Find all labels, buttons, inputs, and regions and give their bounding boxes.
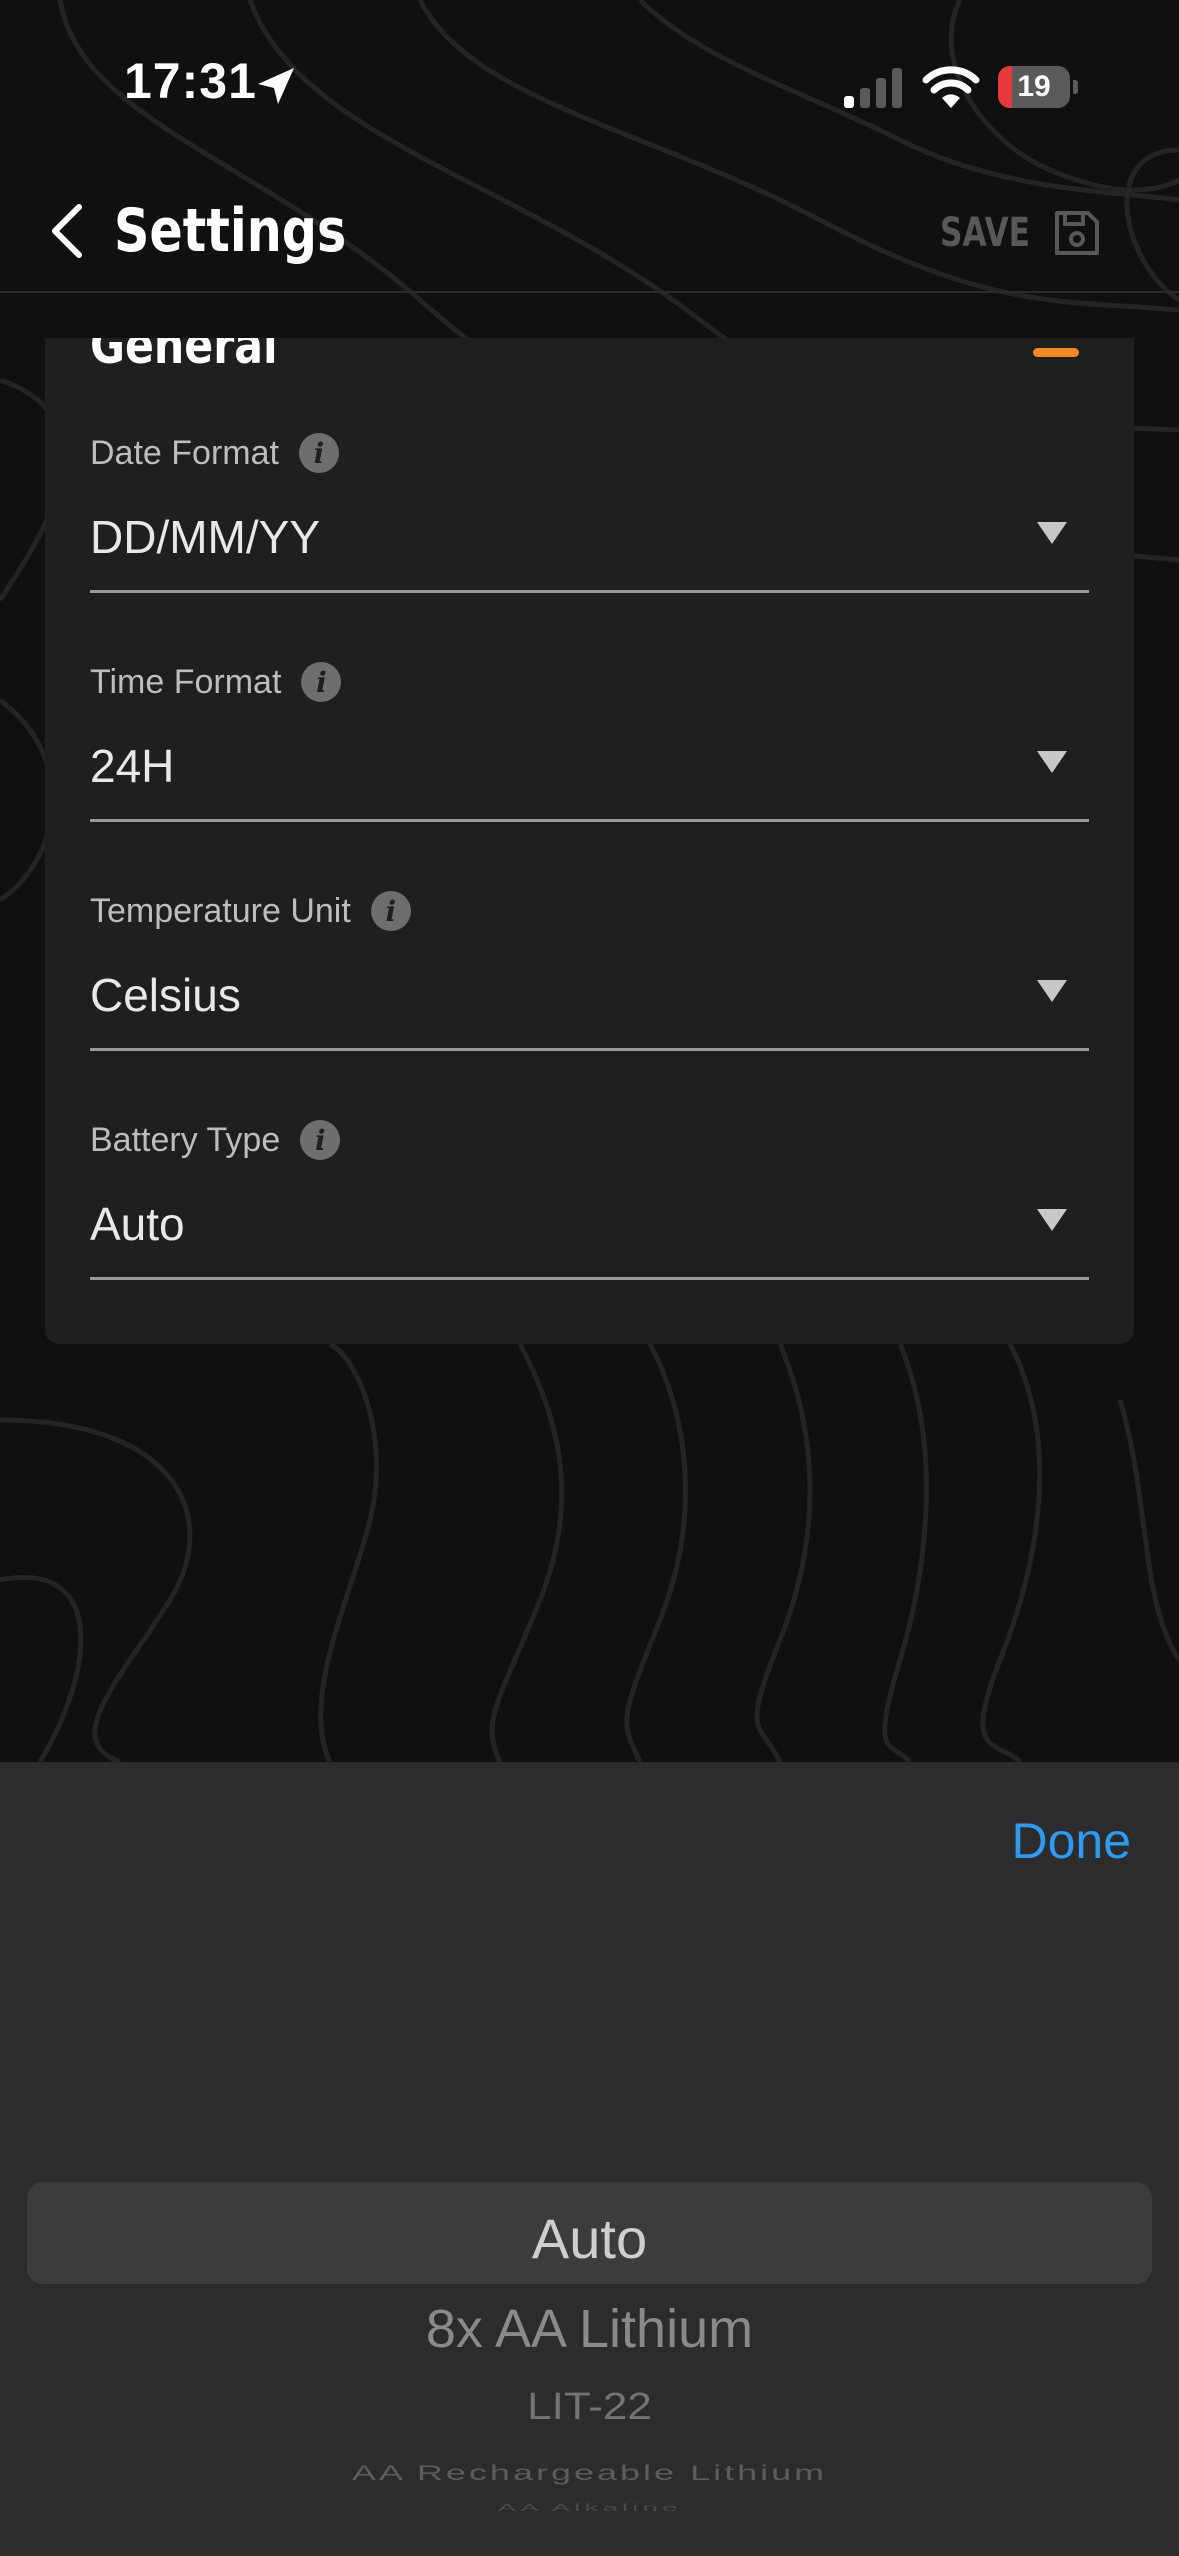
battery-level: 19 [1017, 70, 1051, 103]
temperature-unit-label-text: Temperature Unit [90, 891, 351, 930]
info-icon[interactable]: i [298, 433, 339, 473]
wifi-icon [922, 66, 980, 108]
date-format-label: Date Format i [90, 428, 339, 478]
section-title: General [90, 338, 278, 376]
info-icon[interactable]: i [301, 662, 342, 702]
temperature-unit-label: Temperature Unit i [90, 886, 411, 936]
time-format-label: Time Format i [90, 657, 342, 707]
collapse-toggle[interactable] [1033, 348, 1079, 357]
temperature-unit-field: Temperature Unit i Celsius [90, 886, 1089, 1096]
battery-type-label-text: Battery Type [90, 1120, 281, 1159]
date-format-label-text: Date Format [90, 433, 279, 472]
battery-type-select[interactable]: Auto [90, 1179, 1089, 1280]
picker-option[interactable]: LIT-22 [0, 2386, 1179, 2429]
save-label: SAVE [940, 210, 1030, 256]
save-button[interactable]: SAVE [940, 193, 1120, 273]
picker-option[interactable]: AA Alkaline [0, 2502, 1179, 2513]
battery-tip [1073, 80, 1078, 94]
done-button[interactable]: Done [1011, 1812, 1131, 1870]
battery-type-picker[interactable]: Auto 8x AA Lithium LIT-22 AA Rechargeabl… [0, 2162, 1179, 2556]
dropdown-caret-icon [1037, 751, 1067, 773]
time-format-field: Time Format i 24H [90, 657, 1089, 867]
info-icon[interactable]: i [370, 891, 411, 931]
picker-option[interactable]: 8x AA Lithium [0, 2298, 1179, 2360]
page-title: Settings [114, 196, 347, 266]
battery-type-label: Battery Type i [90, 1115, 341, 1165]
location-arrow-icon [258, 68, 294, 104]
picker-option[interactable]: Auto [0, 2206, 1179, 2271]
app-header: Settings SAVE [0, 175, 1179, 293]
general-settings-card: General Date Format i DD/MM/YY Time Form… [45, 338, 1134, 1344]
back-button[interactable] [36, 191, 98, 271]
temperature-unit-value: Celsius [90, 969, 241, 1021]
battery-icon: 19 [998, 66, 1078, 108]
picker-option[interactable]: AA Rechargeable Lithium [0, 2460, 1179, 2485]
date-format-value: DD/MM/YY [90, 511, 320, 563]
time-format-select[interactable]: 24H [90, 721, 1089, 822]
settings-screen: 17:31 19 Settings SAVE General Date Form… [0, 0, 1179, 2556]
status-time: 17:31 [124, 53, 257, 109]
temperature-unit-select[interactable]: Celsius [90, 950, 1089, 1051]
time-format-value: 24H [90, 740, 175, 792]
dropdown-caret-icon [1037, 980, 1067, 1002]
battery-type-field: Battery Type i Auto [90, 1115, 1089, 1325]
battery-body: 19 [998, 66, 1070, 108]
battery-type-value: Auto [90, 1198, 185, 1250]
date-format-select[interactable]: DD/MM/YY [90, 492, 1089, 593]
dropdown-caret-icon [1037, 522, 1067, 544]
date-format-field: Date Format i DD/MM/YY [90, 428, 1089, 638]
status-bar: 17:31 19 [0, 0, 1179, 175]
picker-sheet: Done Auto 8x AA Lithium LIT-22 AA Rechar… [0, 1762, 1179, 2556]
cellular-signal-icon [844, 68, 902, 108]
time-format-label-text: Time Format [90, 662, 282, 701]
dropdown-caret-icon [1037, 1209, 1067, 1231]
floppy-disk-icon [1055, 211, 1099, 255]
info-icon[interactable]: i [300, 1120, 341, 1160]
chevron-left-icon [52, 204, 82, 258]
